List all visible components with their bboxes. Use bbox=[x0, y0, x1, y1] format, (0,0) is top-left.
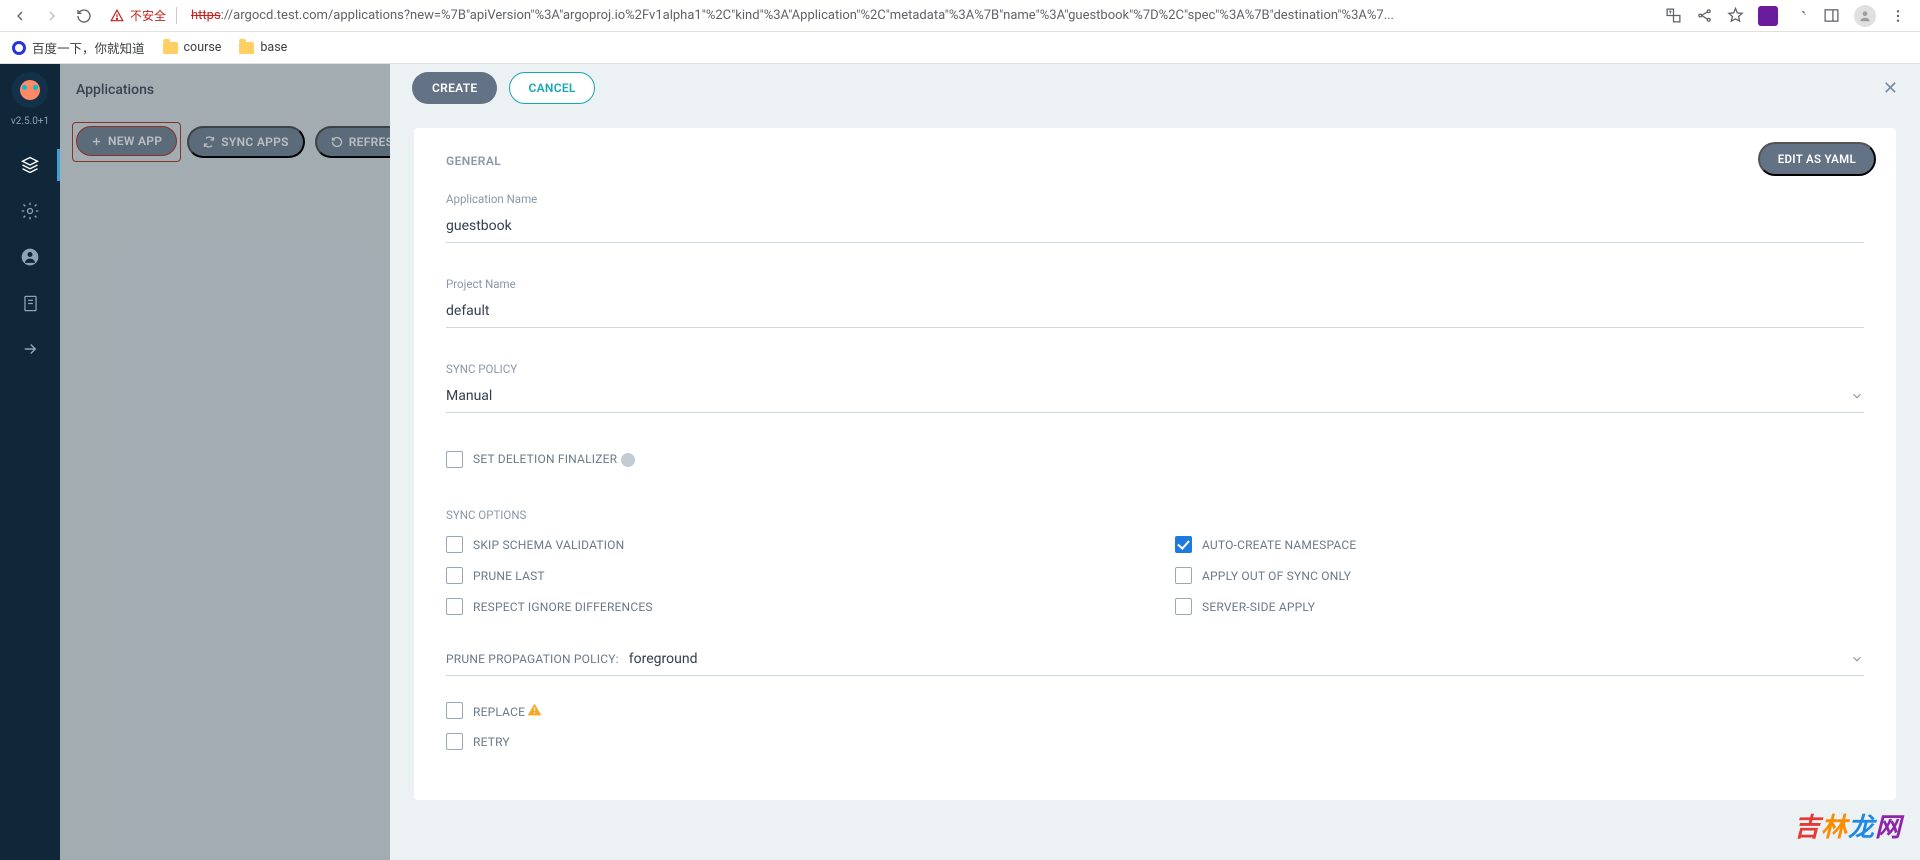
prune-value: foreground bbox=[629, 651, 1840, 667]
cancel-button[interactable]: CANCEL bbox=[509, 72, 594, 104]
argo-logo[interactable] bbox=[12, 72, 48, 108]
sidebar-item-docs[interactable] bbox=[0, 281, 60, 325]
baidu-icon bbox=[12, 41, 26, 55]
sidebar-item-settings[interactable] bbox=[0, 189, 60, 233]
toolbar-icons bbox=[1659, 5, 1912, 27]
form-card: EDIT AS YAML GENERAL Application Name Pr… bbox=[414, 128, 1896, 800]
browser-toolbar: 不安全 https://argocd.test.com/applications… bbox=[0, 0, 1920, 32]
sync-options-grid: SKIP SCHEMA VALIDATION PRUNE LAST RESPEC… bbox=[446, 536, 1864, 629]
translate-icon[interactable] bbox=[1665, 7, 1682, 24]
bookmark-course[interactable]: course bbox=[163, 40, 222, 55]
extensions-icon[interactable] bbox=[1792, 7, 1809, 24]
app-name-input[interactable] bbox=[446, 214, 1864, 243]
opt-out-of-sync[interactable]: APPLY OUT OF SYNC ONLY bbox=[1175, 567, 1864, 584]
profile-avatar[interactable] bbox=[1854, 5, 1876, 27]
url-protocol: https bbox=[191, 8, 221, 23]
project-input[interactable] bbox=[446, 299, 1864, 328]
opt-replace[interactable]: REPLACE bbox=[446, 702, 1864, 719]
security-label: 不安全 bbox=[130, 7, 166, 24]
sidebar-item-applications[interactable] bbox=[0, 143, 60, 187]
bookmark-base[interactable]: base bbox=[239, 40, 287, 55]
prune-label: PRUNE PROPAGATION POLICY: bbox=[446, 652, 619, 666]
back-button[interactable] bbox=[8, 4, 32, 28]
panel-body: EDIT AS YAML GENERAL Application Name Pr… bbox=[390, 112, 1920, 860]
app-name-label: Application Name bbox=[446, 192, 1864, 206]
panel-header: CREATE CANCEL ✕ bbox=[390, 64, 1920, 112]
finalizer-checkbox[interactable] bbox=[446, 451, 463, 468]
version-label: v2.5.0+1 bbox=[11, 116, 49, 127]
sidebar: v2.5.0+1 bbox=[0, 64, 60, 860]
forward-button[interactable] bbox=[40, 4, 64, 28]
menu-icon[interactable] bbox=[1890, 8, 1906, 24]
star-icon[interactable] bbox=[1727, 7, 1744, 24]
reload-button[interactable] bbox=[72, 4, 96, 28]
bookmark-baidu[interactable]: 百度一下，你就知道 bbox=[12, 38, 145, 57]
share-icon[interactable] bbox=[1696, 7, 1713, 24]
create-button[interactable]: CREATE bbox=[412, 72, 497, 104]
sidebar-item-user[interactable] bbox=[0, 235, 60, 279]
finalizer-label: SET DELETION FINALIZER bbox=[473, 452, 635, 467]
watermark: 吉林龙网 bbox=[1794, 807, 1902, 844]
opt-server-side[interactable]: SERVER-SIDE APPLY bbox=[1175, 598, 1864, 615]
warning-icon bbox=[527, 703, 542, 716]
security-chip[interactable]: 不安全 bbox=[104, 7, 177, 24]
project-label: Project Name bbox=[446, 277, 1864, 291]
sync-options-label: SYNC OPTIONS bbox=[446, 508, 1864, 522]
edit-as-yaml-button[interactable]: EDIT AS YAML bbox=[1758, 142, 1876, 176]
prune-policy-select[interactable]: PRUNE PROPAGATION POLICY: foreground bbox=[446, 651, 1864, 676]
chevron-down-icon bbox=[1850, 652, 1864, 666]
close-icon[interactable]: ✕ bbox=[1883, 78, 1898, 99]
url-bar[interactable]: https://argocd.test.com/applications?new… bbox=[185, 8, 1651, 23]
sync-policy-value: Manual bbox=[446, 388, 1850, 404]
create-app-panel: CREATE CANCEL ✕ EDIT AS YAML GENERAL App… bbox=[390, 64, 1920, 860]
field-project-name: Project Name bbox=[446, 277, 1864, 328]
content-area: Applications NEW APP SYNC APPS REFRESH C… bbox=[60, 64, 1920, 860]
sync-policy-label: SYNC POLICY bbox=[446, 362, 1864, 376]
opt-skip-schema[interactable]: SKIP SCHEMA VALIDATION bbox=[446, 536, 1135, 553]
opt-auto-namespace[interactable]: AUTO-CREATE NAMESPACE bbox=[1175, 536, 1864, 553]
opt-prune-last[interactable]: PRUNE LAST bbox=[446, 567, 1135, 584]
sidebar-item-collapse[interactable] bbox=[0, 327, 60, 371]
sync-policy-select[interactable]: Manual bbox=[446, 384, 1864, 413]
field-application-name: Application Name bbox=[446, 192, 1864, 243]
panel-icon[interactable] bbox=[1823, 7, 1840, 24]
app-shell: v2.5.0+1 Applications NEW APP SYNC APPS … bbox=[0, 64, 1920, 860]
opt-retry[interactable]: RETRY bbox=[446, 733, 1864, 750]
folder-icon bbox=[163, 42, 178, 54]
extension-icon[interactable] bbox=[1758, 6, 1778, 26]
url-path: ://argocd.test.com/applications?new=%7B"… bbox=[221, 8, 1394, 23]
info-icon[interactable] bbox=[621, 453, 635, 467]
folder-icon bbox=[239, 42, 254, 54]
finalizer-row[interactable]: SET DELETION FINALIZER bbox=[446, 451, 1864, 468]
opt-respect-ignore[interactable]: RESPECT IGNORE DIFFERENCES bbox=[446, 598, 1135, 615]
chevron-down-icon bbox=[1850, 389, 1864, 403]
section-general-label: GENERAL bbox=[446, 154, 1864, 168]
bookmarks-bar: 百度一下，你就知道 course base bbox=[0, 32, 1920, 64]
